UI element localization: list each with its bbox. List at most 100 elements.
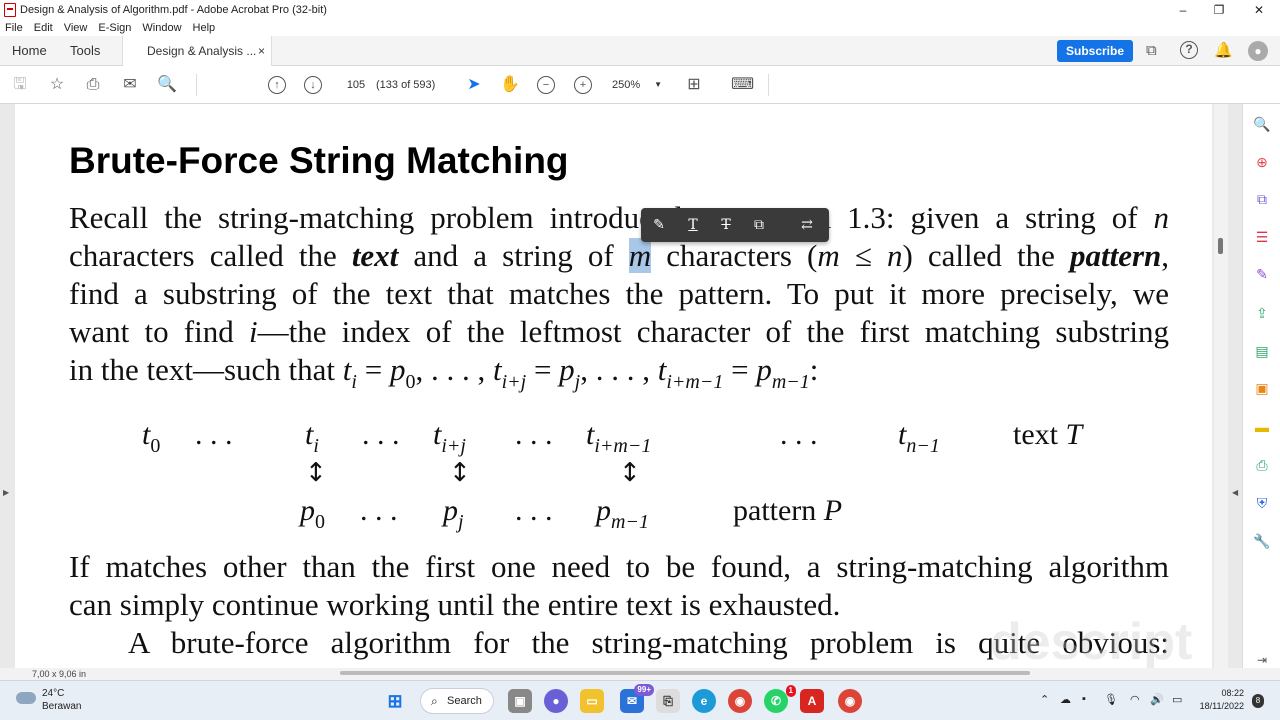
zoom-out-icon[interactable]: − [537,76,555,94]
edge-browser-icon[interactable]: e [692,689,716,713]
compress-icon[interactable]: ▤ [1252,341,1272,361]
more-options-icon[interactable]: ⇄ [797,215,817,235]
bell-icon[interactable]: 🔔 [1214,41,1233,59]
right-panel-toggle-icon[interactable]: ◀ [1232,488,1238,497]
zoom-tool-icon[interactable]: 🔍 [1252,114,1272,134]
text-label: text T [1013,418,1083,451]
text-char-ti: ti [305,418,319,457]
left-panel-toggle-icon[interactable]: ▶ [3,488,9,497]
page-count: (133 of 593) [376,79,436,91]
underline-text-icon[interactable]: T [683,215,703,235]
whatsapp-icon[interactable]: ✆ 1 [764,685,796,713]
select-cursor-icon[interactable]: ➤ [464,75,484,95]
pattern-char-p0: p0 [300,494,325,533]
search-label: Search [447,695,482,707]
text-char-t0: t0 [142,418,161,457]
menu-window[interactable]: Window [137,22,187,34]
tab-close-icon[interactable]: × [258,36,265,66]
page-fit-icon[interactable]: ⊞ [684,75,704,95]
avatar[interactable]: ● [1248,41,1268,61]
mail-icon[interactable]: ✉ [120,75,140,95]
task-view-icon[interactable]: ▣ [508,689,532,713]
acrobat-taskbar-icon[interactable]: A [800,689,824,713]
paragraph-line: find a substring of the text that matche… [69,276,1169,311]
notification-badge[interactable]: 8 [1252,694,1264,708]
chrome-profile-icon[interactable]: ◉ [728,689,752,713]
help-icon[interactable]: ? [1180,41,1198,59]
prev-page-icon[interactable]: ↑ [268,76,286,94]
text-char-tij: ti+j [433,418,466,457]
hand-tool-icon[interactable]: ✋ [500,75,520,95]
document-area[interactable]: ▶ Brute-Force String Matching Recall the… [0,104,1242,668]
edit-pdf-icon[interactable]: ✎ [1252,264,1272,284]
save-icon[interactable]: 🖫 [10,75,30,95]
menu-help[interactable]: Help [188,22,222,34]
title-bar: Design & Analysis of Algorithm.pdf - Ado… [0,0,1280,20]
highlight-pen-icon[interactable]: ✎ [649,215,669,235]
zoom-select[interactable]: 250% ▼ [612,75,666,95]
scan-icon[interactable]: ▣ [1252,378,1272,398]
vertical-scrollbar[interactable] [1214,104,1228,668]
next-page-icon[interactable]: ↓ [304,76,322,94]
expand-panel-icon[interactable]: ⇥ [1252,650,1272,670]
system-clock[interactable]: 08:22 18/11/2022 [1196,687,1244,713]
text-selection-toolbar: ✎ T T ⧉ ⇄ [641,208,829,242]
clock-time: 08:22 [1221,688,1244,698]
wifi-icon[interactable]: ◠ [1130,693,1140,706]
export-pdf-icon[interactable]: ⇪ [1252,303,1272,323]
menu-edit[interactable]: Edit [29,22,59,34]
search-zoom-icon[interactable]: 🔍 [157,75,177,95]
onedrive-cloud-icon[interactable]: ☁ [1060,693,1071,706]
comment-icon[interactable]: ▬ [1252,417,1272,437]
print-production-icon[interactable]: ⎙ [1252,455,1272,475]
more-tools-icon[interactable]: 🔧 [1252,531,1272,551]
protect-shield-icon[interactable]: ⛨ [1252,493,1272,513]
microphone-icon[interactable]: 🎙 [1104,693,1118,706]
tab-home[interactable]: Home [12,36,47,66]
organize-pages-icon[interactable]: ☰ [1252,227,1272,247]
chevron-up-icon[interactable]: ⌃ [1040,693,1049,706]
menu-esign[interactable]: E-Sign [93,22,137,34]
subscribe-button[interactable]: Subscribe [1057,40,1133,62]
menu-file[interactable]: File [0,22,29,34]
taskbar-search[interactable]: ⌕ Search [420,688,494,714]
print-icon[interactable]: ⎙ [83,75,103,95]
close-button[interactable]: ✕ [1240,0,1278,20]
tab-tools[interactable]: Tools [70,36,100,66]
create-pdf-icon[interactable]: ⊕ [1252,152,1272,172]
match-arrow-icon: ↕ [619,458,641,488]
horizontal-scrollbar[interactable] [340,671,1030,675]
file-explorer-icon[interactable]: ▭ [580,689,604,713]
bookmark-star-icon[interactable]: ☆ [47,75,67,95]
mail-app-icon[interactable]: ✉ 99+ [620,684,654,713]
maximize-button[interactable]: ❐ [1200,0,1238,20]
strikethrough-text-icon[interactable]: T [716,215,736,235]
page-number-input[interactable]: 105 [340,75,372,95]
cloud-icon [16,692,36,704]
pattern-char-pj: pj [443,494,464,533]
menu-view[interactable]: View [59,22,94,34]
match-arrow-icon: ↕ [449,458,471,488]
keyboard-scroll-icon[interactable]: ⌨ [731,75,754,95]
scrollbar-thumb[interactable] [1218,238,1223,254]
windows-start-icon[interactable]: ⊞ [383,689,407,713]
clock-date: 18/11/2022 [1199,701,1244,711]
store-icon[interactable]: ⎘ [656,689,680,713]
ellipsis: . . . [515,418,553,451]
temperature: 24°C [42,688,65,699]
copy-icon[interactable]: ⧉ [749,215,769,235]
weather-widget[interactable]: 24°C Berawan [16,687,81,713]
teams-chat-icon[interactable]: ● [544,689,568,713]
speaker-icon[interactable]: 🔊 [1150,693,1164,706]
app-tray-icon[interactable]: ▪ [1082,693,1086,705]
ellipsis: . . . [362,418,400,451]
battery-icon[interactable]: ▭ [1172,693,1182,706]
zoom-in-icon[interactable]: + [574,76,592,94]
ellipsis: . . . [360,494,398,527]
combine-files-icon[interactable]: ⧉ [1252,189,1272,209]
chrome-icon[interactable]: ◉ [838,689,862,713]
share-screen-icon[interactable]: ⧉ [1146,42,1157,59]
minimize-button[interactable]: – [1164,0,1202,20]
tab-document[interactable]: Design & Analysis ... × [122,36,272,67]
ellipsis: . . . [515,494,553,527]
